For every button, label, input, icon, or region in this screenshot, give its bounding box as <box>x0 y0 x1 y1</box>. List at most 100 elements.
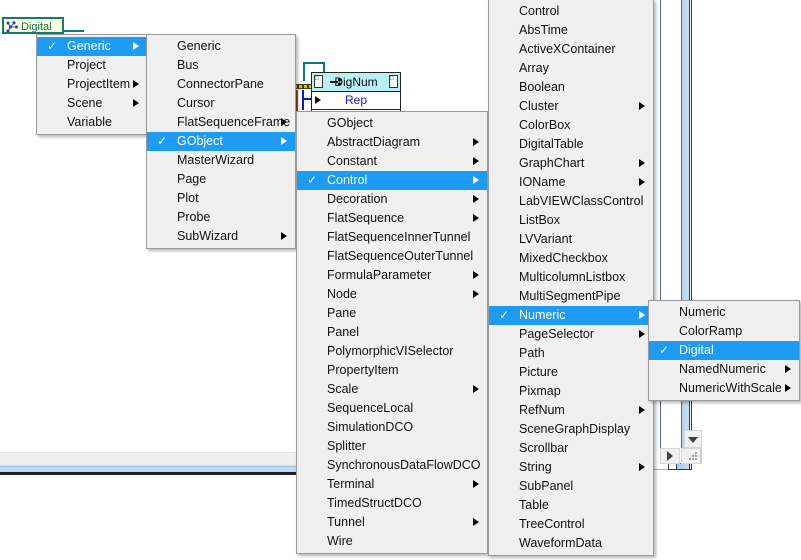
menu-item-numeric[interactable]: Numeric <box>649 303 799 322</box>
panel-splitter[interactable] <box>0 452 296 466</box>
menu-item-page[interactable]: Page <box>147 170 295 189</box>
menu-item-cluster[interactable]: Cluster <box>489 97 653 116</box>
menu-item-project[interactable]: Project <box>37 56 147 75</box>
menu-item-gobject[interactable]: GObject <box>297 114 487 133</box>
menu-item-label: Panel <box>327 325 359 339</box>
menu-item-multicolumnlistbox[interactable]: MulticolumnListbox <box>489 268 653 287</box>
menu-item-array[interactable]: Array <box>489 59 653 78</box>
menu-item-flatsequenceframe[interactable]: FlatSequenceFrame <box>147 113 295 132</box>
menu-item-plot[interactable]: Plot <box>147 189 295 208</box>
menu-item-picture[interactable]: Picture <box>489 363 653 382</box>
menu-item-sequencelocal[interactable]: SequenceLocal <box>297 399 487 418</box>
menu-item-terminal[interactable]: Terminal <box>297 475 487 494</box>
diagram-label-text: Digital <box>21 21 52 33</box>
menu-item-synchronousdataflowdco[interactable]: SynchronousDataFlowDCO <box>297 456 487 475</box>
menu-item-treecontrol[interactable]: TreeControl <box>489 515 653 534</box>
menu-item-colorramp[interactable]: ColorRamp <box>649 322 799 341</box>
menu-item-string[interactable]: String <box>489 458 653 477</box>
submenu-arrow-icon <box>473 157 479 165</box>
menu-item-propertyitem[interactable]: PropertyItem <box>297 361 487 380</box>
menu-item-abstractdiagram[interactable]: AbstractDiagram <box>297 133 487 152</box>
menu-item-pixmap[interactable]: Pixmap <box>489 382 653 401</box>
menu-item-ioname[interactable]: IOName <box>489 173 653 192</box>
menu-item-wire[interactable]: Wire <box>297 532 487 551</box>
menu-item-connectorpane[interactable]: ConnectorPane <box>147 75 295 94</box>
menu-item-timedstructdco[interactable]: TimedStructDCO <box>297 494 487 513</box>
menu-item-digital[interactable]: ✓ Digital <box>649 341 799 360</box>
diagram-label-digital[interactable]: Digital <box>2 17 64 34</box>
gobject-submenu[interactable]: GObject AbstractDiagram Constant ✓ Control De… <box>296 111 488 554</box>
menu-item-namednumeric[interactable]: NamedNumeric <box>649 360 799 379</box>
generic-submenu[interactable]: Generic Bus ConnectorPane Cursor FlatSequenc… <box>146 34 296 249</box>
menu-item-pageselector[interactable]: PageSelector <box>489 325 653 344</box>
menu-item-probe[interactable]: Probe <box>147 208 295 227</box>
menu-item-flatsequence[interactable]: FlatSequence <box>297 209 487 228</box>
menu-item-table[interactable]: Table <box>489 496 653 515</box>
numeric-submenu[interactable]: Numeric ColorRamp ✓ Digital NamedNumeric Nume… <box>648 300 800 401</box>
menu-item-generic[interactable]: Generic <box>147 37 295 56</box>
menu-item-lvvariant[interactable]: LVVariant <box>489 230 653 249</box>
menu-item-numeric[interactable]: ✓ Numeric <box>489 306 653 325</box>
menu-item-scrollbar[interactable]: Scrollbar <box>489 439 653 458</box>
menu-item-control[interactable]: ✓ Control <box>297 171 487 190</box>
menu-item-scenegraphdisplay[interactable]: SceneGraphDisplay <box>489 420 653 439</box>
menu-item-label: GObject <box>327 116 373 130</box>
menu-item-splitter[interactable]: Splitter <box>297 437 487 456</box>
menu-item-scene[interactable]: Scene <box>37 94 147 113</box>
menu-item-variable[interactable]: Variable <box>37 113 147 132</box>
expander-triangle-icon[interactable] <box>315 96 321 104</box>
menu-item-panel[interactable]: Panel <box>297 323 487 342</box>
menu-item-path[interactable]: Path <box>489 344 653 363</box>
menu-item-formulaparameter[interactable]: FormulaParameter <box>297 266 487 285</box>
panel-splitter-highlight[interactable] <box>0 466 296 473</box>
menu-item-subpanel[interactable]: SubPanel <box>489 477 653 496</box>
menu-item-tunnel[interactable]: Tunnel <box>297 513 487 532</box>
menu-item-masterwizard[interactable]: MasterWizard <box>147 151 295 170</box>
submenu-arrow-icon <box>281 232 287 240</box>
wire-blue-vertical[interactable] <box>302 90 304 110</box>
menu-item-mixedcheckbox[interactable]: MixedCheckbox <box>489 249 653 268</box>
screen-root: □ DigNum □ Rep Display Format Digital <box>0 0 801 560</box>
menu-item-flatsequenceinnertunnel[interactable]: FlatSequenceInnerTunnel <box>297 228 487 247</box>
menu-item-node[interactable]: Node <box>297 285 487 304</box>
control-submenu[interactable]: Control AbsTime ActiveXContainer Array Boole… <box>488 0 654 556</box>
menu-item-label: Page <box>177 172 207 186</box>
menu-item-boolean[interactable]: Boolean <box>489 78 653 97</box>
menu-item-digitaltable[interactable]: DigitalTable <box>489 135 653 154</box>
wire-teal-run-top[interactable] <box>303 62 325 64</box>
menu-item-scale[interactable]: Scale <box>297 380 487 399</box>
menu-item-label: Project <box>67 58 106 72</box>
menu-item-cursor[interactable]: Cursor <box>147 94 295 113</box>
menu-item-label: FlatSequence <box>327 211 405 225</box>
class-menu[interactable]: ✓ Generic Project ProjectItem Scene Variable <box>36 34 148 135</box>
wire-teal-run[interactable] <box>303 62 305 81</box>
menu-item-pane[interactable]: Pane <box>297 304 487 323</box>
menu-item-subwizard[interactable]: SubWizard <box>147 227 295 246</box>
dignum-node-row-rep[interactable]: Rep <box>312 92 400 110</box>
menu-item-projectitem[interactable]: ProjectItem <box>37 75 147 94</box>
menu-item-flatsequenceoutertunnel[interactable]: FlatSequenceOuterTunnel <box>297 247 487 266</box>
menu-item-activexcontainer[interactable]: ActiveXContainer <box>489 40 653 59</box>
menu-item-simulationdco[interactable]: SimulationDCO <box>297 418 487 437</box>
menu-item-polymorphicviselector[interactable]: PolymorphicVISelector <box>297 342 487 361</box>
menu-item-graphchart[interactable]: GraphChart <box>489 154 653 173</box>
menu-item-multisegmentpipe[interactable]: MultiSegmentPipe <box>489 287 653 306</box>
menu-item-abstime[interactable]: AbsTime <box>489 21 653 40</box>
menu-item-numericwithscale[interactable]: NumericWithScale <box>649 379 799 398</box>
menu-item-label: Splitter <box>327 439 366 453</box>
menu-item-constant[interactable]: Constant <box>297 152 487 171</box>
menu-item-waveformdata[interactable]: WaveformData <box>489 534 653 553</box>
menu-item-generic[interactable]: ✓ Generic <box>37 37 147 56</box>
menu-item-label: AbstractDiagram <box>327 135 421 149</box>
menu-item-label: Tunnel <box>327 515 365 529</box>
menu-item-control[interactable]: Control <box>489 2 653 21</box>
menu-item-labviewclasscontrol[interactable]: LabVIEWClassControl <box>489 192 653 211</box>
menu-item-label: Cursor <box>177 96 215 110</box>
menu-item-gobject[interactable]: ✓ GObject <box>147 132 295 151</box>
menu-item-listbox[interactable]: ListBox <box>489 211 653 230</box>
dignum-node-header[interactable]: □ DigNum □ <box>312 73 400 92</box>
menu-item-refnum[interactable]: RefNum <box>489 401 653 420</box>
menu-item-decoration[interactable]: Decoration <box>297 190 487 209</box>
menu-item-colorbox[interactable]: ColorBox <box>489 116 653 135</box>
menu-item-bus[interactable]: Bus <box>147 56 295 75</box>
